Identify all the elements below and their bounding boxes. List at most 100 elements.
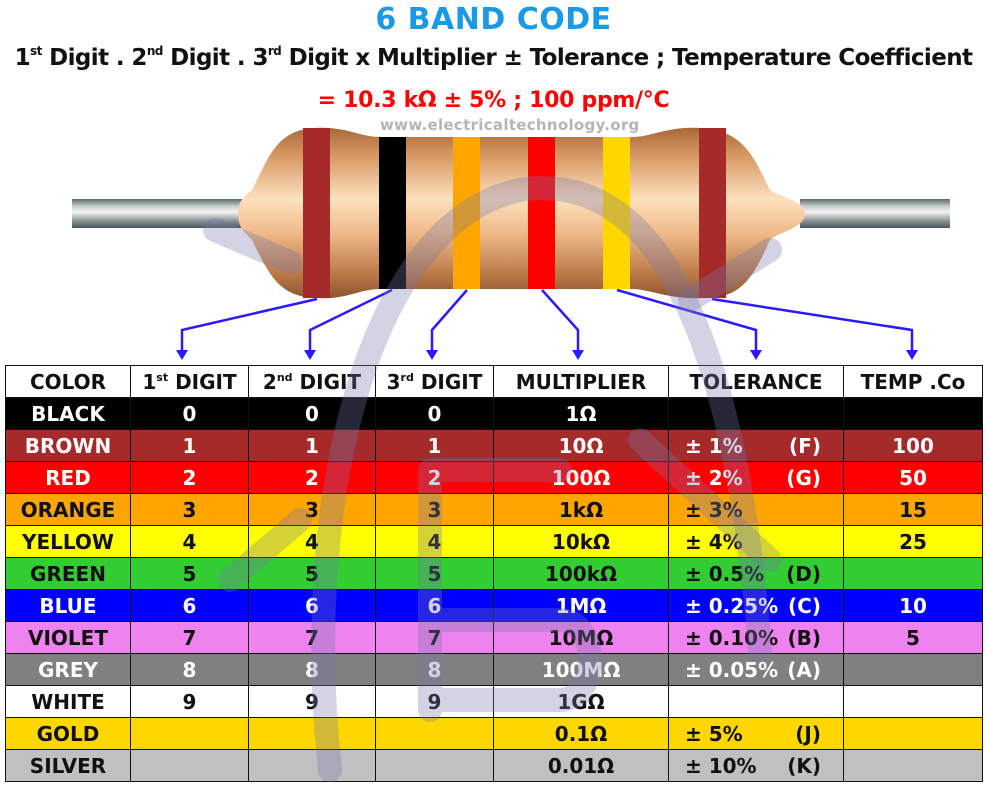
cell-3rd-digit: 8 xyxy=(375,653,494,686)
cell-tolerance: ± 3% xyxy=(668,493,844,526)
cell-2nd-digit: 6 xyxy=(248,589,376,622)
tolerance-value: ± 0.05% xyxy=(685,657,779,682)
cell-tolerance: ± 1% (F) xyxy=(668,429,844,462)
tolerance-value: ± 0.5% xyxy=(685,561,765,586)
cell-temp-coefficient xyxy=(843,397,983,430)
cell-multiplier: 100kΩ xyxy=(493,557,669,590)
cell-multiplier: 10Ω xyxy=(493,429,669,462)
tolerance-letter-code: (K) xyxy=(787,753,821,778)
cell-multiplier: 100MΩ xyxy=(493,653,669,686)
tolerance-value: ± 10% xyxy=(685,753,757,778)
cell-3rd-digit: 9 xyxy=(375,685,494,718)
cell-tolerance: ± 0.5% (D) xyxy=(668,557,844,590)
column-header-tolerance: TOLERANCE xyxy=(668,365,844,398)
watermark-url: www.electricaltechnology.org xyxy=(380,116,640,134)
color-code-table: COLOR 1st DIGIT 2nd DIGIT 3rd DIGIT MULTIPLI… xyxy=(5,365,983,782)
arrow-2nd-digit xyxy=(308,288,393,352)
cell-1st-digit: 6 xyxy=(130,589,249,622)
cell-2nd-digit xyxy=(248,749,376,782)
cell-tolerance: ± 10% (K) xyxy=(668,749,844,782)
table-row-red: RED 2 2 2 100Ω ± 2% (G) 50 xyxy=(5,461,983,494)
column-header-3rd-digit: 3rd DIGIT xyxy=(375,365,494,398)
tolerance-value: ± 0.25% xyxy=(685,593,779,618)
cell-color-name: ORANGE xyxy=(5,493,131,526)
table-row-black: BLACK 0 0 0 1Ω xyxy=(5,397,983,430)
cell-1st-digit: 2 xyxy=(130,461,249,494)
table-row-orange: ORANGE 3 3 3 1kΩ ± 3% 15 xyxy=(5,493,983,526)
cell-multiplier: 1GΩ xyxy=(493,685,669,718)
band-6-brown xyxy=(699,128,726,298)
cell-2nd-digit xyxy=(248,717,376,750)
cell-3rd-digit xyxy=(375,749,494,782)
cell-color-name: BLUE xyxy=(5,589,131,622)
table-row-grey: GREY 8 8 8 100MΩ ± 0.05% (A) xyxy=(5,653,983,686)
cell-1st-digit: 4 xyxy=(130,525,249,558)
table-row-silver: SILVER 0.01Ω ± 10% (K) xyxy=(5,749,983,782)
tolerance-letter-code: (F) xyxy=(789,433,821,458)
cell-color-name: GOLD xyxy=(5,717,131,750)
tolerance-value: ± 5% xyxy=(685,721,743,746)
cell-1st-digit xyxy=(130,717,249,750)
cell-color-name: GREEN xyxy=(5,557,131,590)
cell-2nd-digit: 9 xyxy=(248,685,376,718)
tolerance-value: ± 3% xyxy=(685,497,743,522)
arrow-temp-coefficient-head-icon xyxy=(906,350,918,360)
cell-temp-coefficient xyxy=(843,717,983,750)
table-row-green: GREEN 5 5 5 100kΩ ± 0.5% (D) xyxy=(5,557,983,590)
cell-color-name: WHITE xyxy=(5,685,131,718)
tolerance-value: ± 4% xyxy=(685,529,743,554)
cell-color-name: RED xyxy=(5,461,131,494)
cell-temp-coefficient: 5 xyxy=(843,621,983,654)
cell-multiplier: 0.1Ω xyxy=(493,717,669,750)
table-row-brown: BROWN 1 1 1 10Ω ± 1% (F) 100 xyxy=(5,429,983,462)
cell-temp-coefficient: 10 xyxy=(843,589,983,622)
arrow-multiplier-head-icon xyxy=(572,350,584,360)
column-header-color: COLOR xyxy=(5,365,131,398)
tolerance-letter-code: (D) xyxy=(786,561,821,586)
cell-multiplier: 10MΩ xyxy=(493,621,669,654)
arrow-3rd-digit-head-icon xyxy=(426,350,438,360)
cell-3rd-digit: 5 xyxy=(375,557,494,590)
cell-tolerance: ± 0.10% (B) xyxy=(668,621,844,654)
cell-3rd-digit: 0 xyxy=(375,397,494,430)
column-header-2nd-digit: 2nd DIGIT xyxy=(248,365,376,398)
band-1-brown xyxy=(303,128,330,298)
cell-color-name: BLACK xyxy=(5,397,131,430)
arrow-tolerance-head-icon xyxy=(750,350,762,360)
cell-tolerance: ± 2% (G) xyxy=(668,461,844,494)
cell-1st-digit: 9 xyxy=(130,685,249,718)
cell-tolerance: ± 0.25% (C) xyxy=(668,589,844,622)
resistor-lead-right xyxy=(800,199,950,228)
band-5-gold xyxy=(603,137,630,289)
cell-color-name: YELLOW xyxy=(5,525,131,558)
cell-1st-digit: 0 xyxy=(130,397,249,430)
cell-temp-coefficient: 100 xyxy=(843,429,983,462)
arrow-1st-digit xyxy=(180,297,318,352)
table-row-white: WHITE 9 9 9 1GΩ xyxy=(5,685,983,718)
tolerance-value: ± 1% xyxy=(685,433,743,458)
cell-3rd-digit: 6 xyxy=(375,589,494,622)
tolerance-letter-code: (J) xyxy=(795,721,821,746)
cell-temp-coefficient xyxy=(843,653,983,686)
table-row-blue: BLUE 6 6 6 1MΩ ± 0.25% (C) 10 xyxy=(5,589,983,622)
band-4-red xyxy=(528,137,555,289)
arrow-tolerance xyxy=(616,288,758,352)
tolerance-letter-code: (A) xyxy=(787,657,821,682)
table-header-row: COLOR 1st DIGIT 2nd DIGIT 3rd DIGIT MULTIPLI… xyxy=(5,365,983,398)
cell-multiplier: 1Ω xyxy=(493,397,669,430)
tolerance-value: ± 0.10% xyxy=(685,625,779,650)
cell-1st-digit xyxy=(130,749,249,782)
cell-3rd-digit: 3 xyxy=(375,493,494,526)
resistor-lead-left xyxy=(72,199,244,228)
tolerance-letter-code: (B) xyxy=(787,625,821,650)
cell-tolerance: ± 5% (J) xyxy=(668,717,844,750)
band-2-black xyxy=(379,137,406,289)
cell-temp-coefficient: 25 xyxy=(843,525,983,558)
cell-3rd-digit: 2 xyxy=(375,461,494,494)
cell-3rd-digit: 7 xyxy=(375,621,494,654)
tolerance-letter-code: (C) xyxy=(788,593,821,618)
cell-1st-digit: 7 xyxy=(130,621,249,654)
table-row-yellow: YELLOW 4 4 4 10kΩ ± 4% 25 xyxy=(5,525,983,558)
cell-3rd-digit: 4 xyxy=(375,525,494,558)
arrow-multiplier xyxy=(541,289,580,352)
